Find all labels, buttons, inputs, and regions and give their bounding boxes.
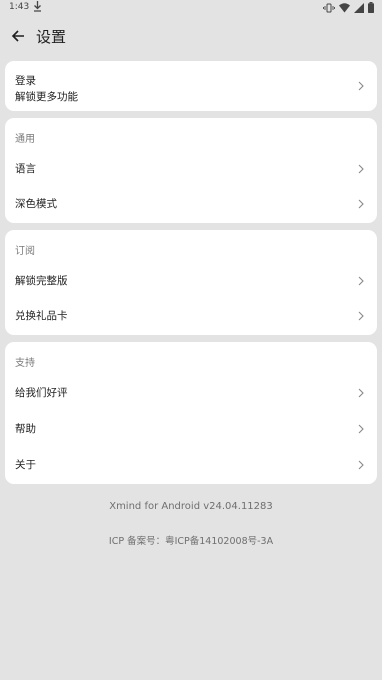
back-button[interactable] — [8, 26, 28, 46]
login-subtitle: 解锁更多功能 — [15, 91, 78, 103]
login-title: 登录 — [15, 75, 36, 87]
status-icons — [323, 2, 374, 13]
about-label: 关于 — [15, 459, 36, 471]
wifi-icon — [339, 2, 350, 12]
section-header-subscribe: 订阅 — [15, 246, 35, 257]
vibrate-icon — [323, 3, 335, 12]
app-version: Xmind for Android v24.04.11283 — [109, 501, 273, 512]
chevron-right-icon — [358, 199, 364, 209]
section-header-support: 支持 — [15, 358, 35, 369]
language-item[interactable]: 语言 — [5, 151, 377, 187]
chevron-right-icon — [358, 311, 364, 321]
help-label: 帮助 — [15, 423, 36, 435]
subscribe-card: 订阅 解锁完整版 兑换礼品卡 — [5, 230, 377, 335]
help-item[interactable]: 帮助 — [5, 411, 377, 447]
signal-icon — [354, 2, 364, 13]
general-card: 通用 语言 深色模式 — [5, 118, 377, 223]
app-bar: 设置 — [0, 16, 382, 56]
about-item[interactable]: 关于 — [5, 447, 377, 483]
status-bar: 1:43 — [0, 0, 382, 16]
status-time: 1:43 — [9, 2, 30, 12]
chevron-right-icon — [358, 388, 364, 398]
chevron-right-icon — [358, 424, 364, 434]
language-label: 语言 — [15, 163, 36, 175]
dark-mode-item[interactable]: 深色模式 — [5, 186, 377, 222]
chevron-right-icon — [358, 276, 364, 286]
battery-icon — [368, 2, 374, 13]
chevron-right-icon — [358, 460, 364, 470]
dark-mode-label: 深色模式 — [15, 198, 57, 210]
page-title: 设置 — [36, 28, 67, 46]
section-header-general: 通用 — [15, 134, 35, 145]
unlock-full-version-label: 解锁完整版 — [15, 275, 68, 287]
chevron-right-icon — [358, 81, 364, 91]
rate-us-label: 给我们好评 — [15, 387, 68, 399]
support-card: 支持 给我们好评 帮助 关于 — [5, 342, 377, 484]
redeem-gift-card-item[interactable]: 兑换礼品卡 — [5, 298, 377, 334]
unlock-full-version-item[interactable]: 解锁完整版 — [5, 263, 377, 299]
chevron-right-icon — [358, 164, 364, 174]
icp-record: ICP 备案号：粤ICP备14102008号-3A — [108, 536, 274, 547]
redeem-gift-card-label: 兑换礼品卡 — [15, 310, 68, 322]
download-icon — [34, 1, 41, 12]
rate-us-item[interactable]: 给我们好评 — [5, 375, 377, 411]
login-card[interactable]: 登录 解锁更多功能 — [5, 61, 377, 111]
arrow-left-icon — [11, 30, 24, 42]
